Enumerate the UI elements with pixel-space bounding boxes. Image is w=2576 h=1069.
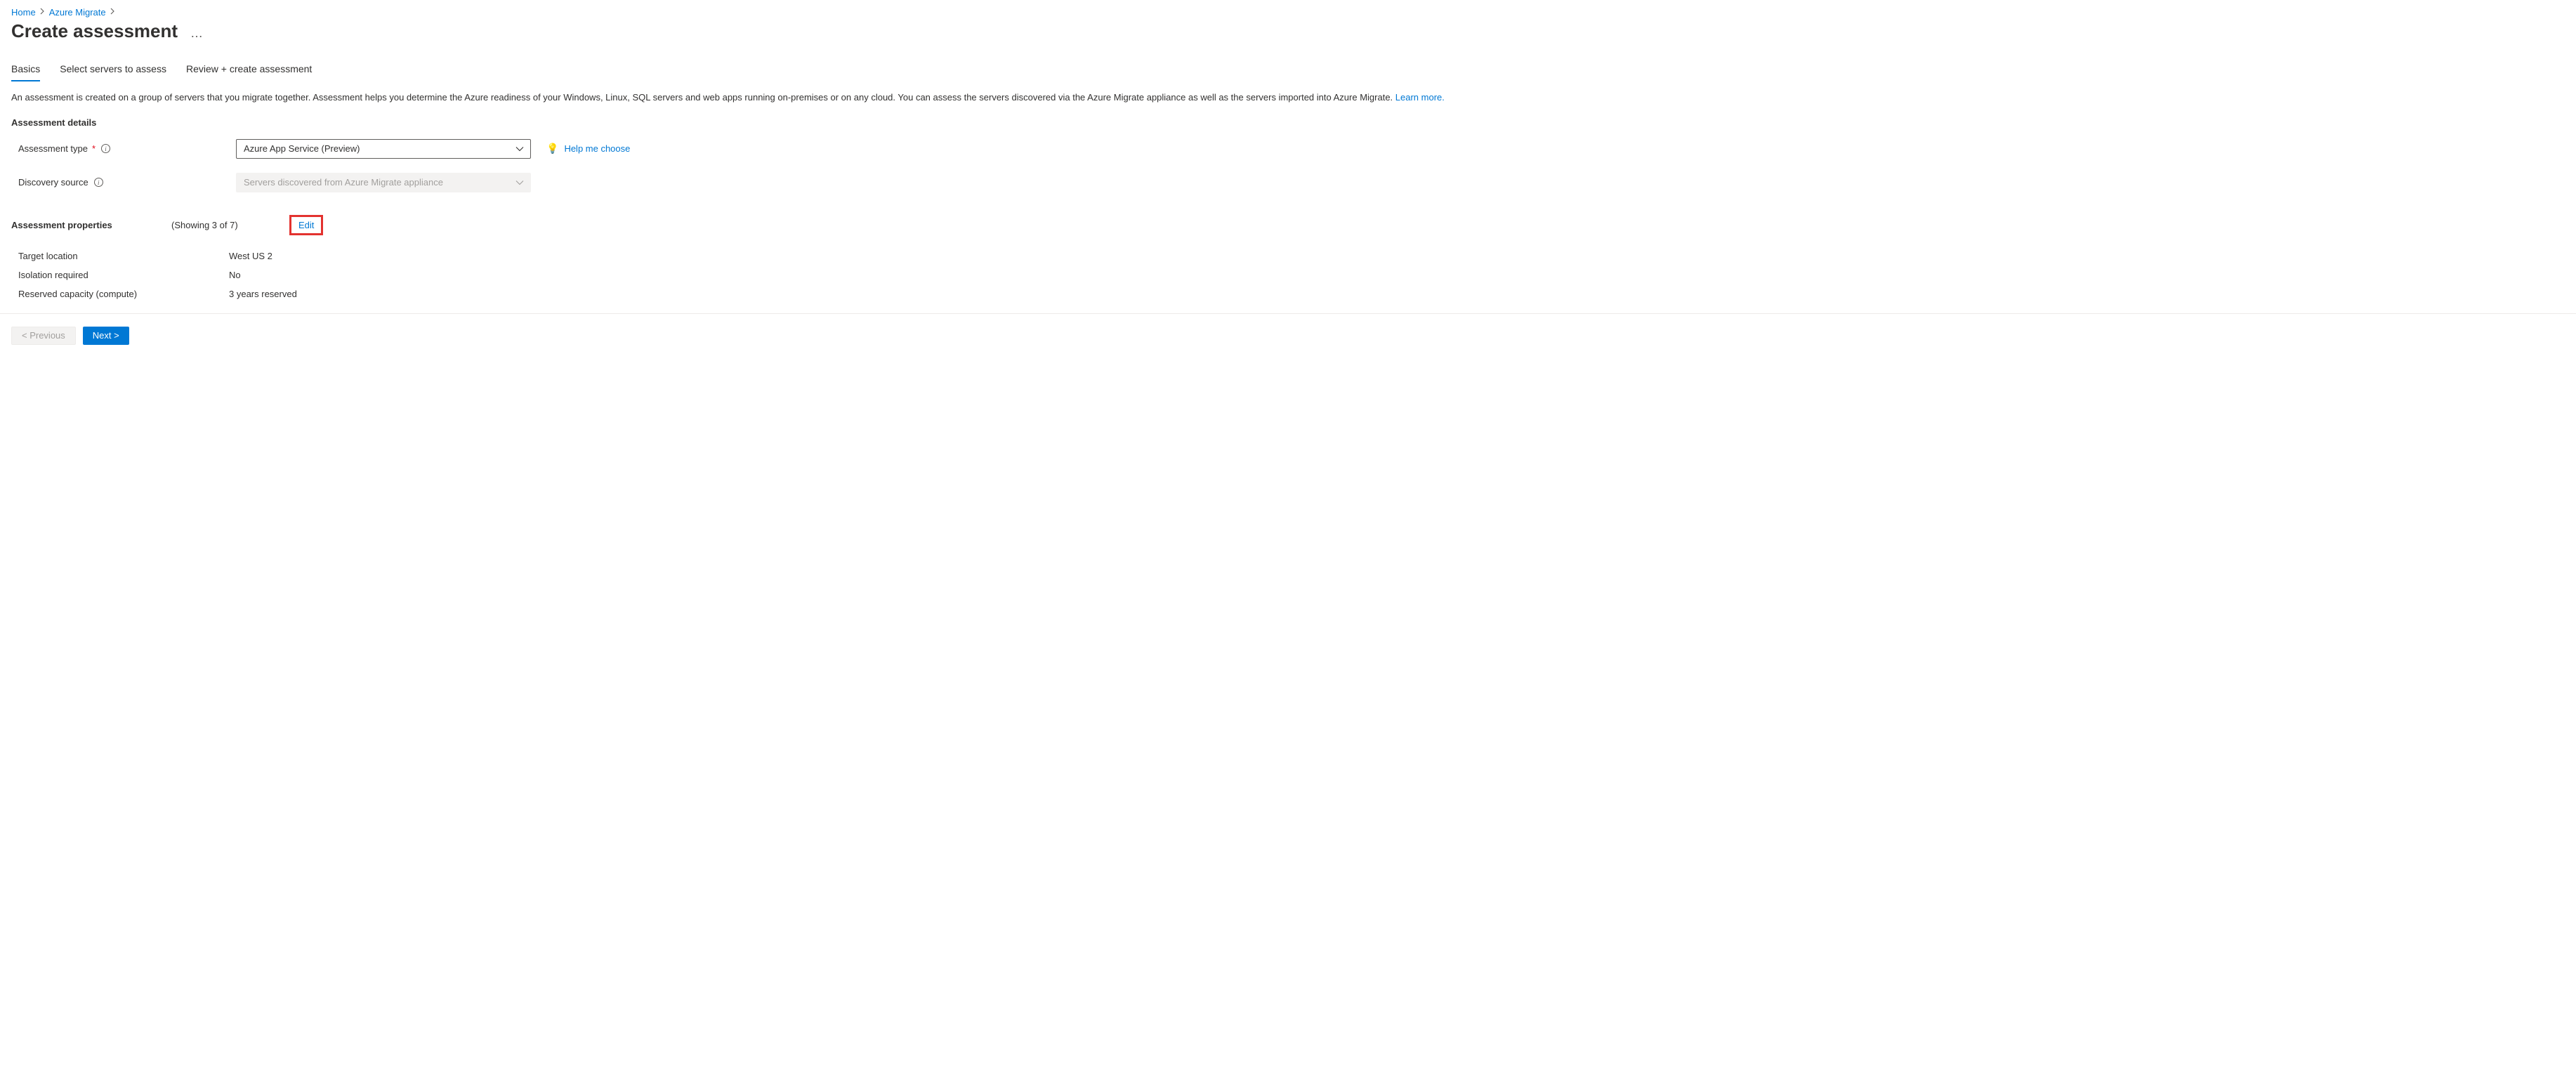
- isolation-required-label: Isolation required: [18, 270, 229, 280]
- target-location-label: Target location: [18, 251, 229, 261]
- breadcrumb-azure-migrate[interactable]: Azure Migrate: [49, 7, 106, 18]
- target-location-value: West US 2: [229, 251, 272, 261]
- property-row: Isolation required No: [0, 265, 2576, 284]
- breadcrumb-home[interactable]: Home: [11, 7, 36, 18]
- required-asterisk: *: [92, 143, 96, 154]
- isolation-required-value: No: [229, 270, 241, 280]
- edit-properties-link[interactable]: Edit: [289, 215, 323, 235]
- intro-text: An assessment is created on a group of s…: [11, 92, 1395, 103]
- chevron-right-icon: [40, 8, 45, 17]
- chevron-down-icon: [515, 143, 524, 154]
- discovery-source-label: Discovery source: [18, 177, 88, 188]
- property-row: Target location West US 2: [0, 240, 2576, 265]
- lightbulb-icon: 💡: [546, 143, 558, 155]
- reserved-capacity-value: 3 years reserved: [229, 289, 297, 299]
- chevron-right-icon: [110, 8, 115, 17]
- reserved-capacity-label: Reserved capacity (compute): [18, 289, 229, 299]
- showing-count: (Showing 3 of 7): [171, 220, 289, 230]
- help-me-choose-link[interactable]: Help me choose: [564, 143, 630, 154]
- discovery-source-value: Servers discovered from Azure Migrate ap…: [244, 177, 443, 188]
- more-actions-icon[interactable]: …: [190, 22, 204, 41]
- previous-button[interactable]: < Previous: [11, 327, 76, 345]
- page-title: Create assessment: [11, 20, 178, 42]
- chevron-down-icon: [515, 177, 524, 188]
- intro-paragraph: An assessment is created on a group of s…: [0, 81, 2576, 109]
- breadcrumb: Home Azure Migrate: [0, 0, 2576, 20]
- assessment-type-value: Azure App Service (Preview): [244, 143, 360, 154]
- next-button[interactable]: Next >: [83, 327, 129, 345]
- discovery-source-row: Discovery source i Servers discovered fr…: [0, 166, 2576, 199]
- tabs: Basics Select servers to assess Review +…: [0, 63, 2576, 81]
- tab-basics[interactable]: Basics: [11, 63, 40, 81]
- assessment-details-header: Assessment details: [0, 109, 2576, 132]
- assessment-properties-header: Assessment properties: [11, 220, 171, 230]
- assessment-type-row: Assessment type * i Azure App Service (P…: [0, 132, 2576, 166]
- info-icon[interactable]: i: [94, 178, 103, 187]
- assessment-type-label: Assessment type: [18, 143, 88, 154]
- info-icon[interactable]: i: [101, 144, 110, 153]
- property-row: Reserved capacity (compute) 3 years rese…: [0, 284, 2576, 303]
- discovery-source-select: Servers discovered from Azure Migrate ap…: [236, 173, 531, 192]
- assessment-type-select[interactable]: Azure App Service (Preview): [236, 139, 531, 159]
- footer: < Previous Next >: [0, 314, 2576, 358]
- tab-review-create[interactable]: Review + create assessment: [186, 63, 312, 81]
- tab-select-servers[interactable]: Select servers to assess: [60, 63, 166, 81]
- learn-more-link[interactable]: Learn more.: [1395, 92, 1445, 103]
